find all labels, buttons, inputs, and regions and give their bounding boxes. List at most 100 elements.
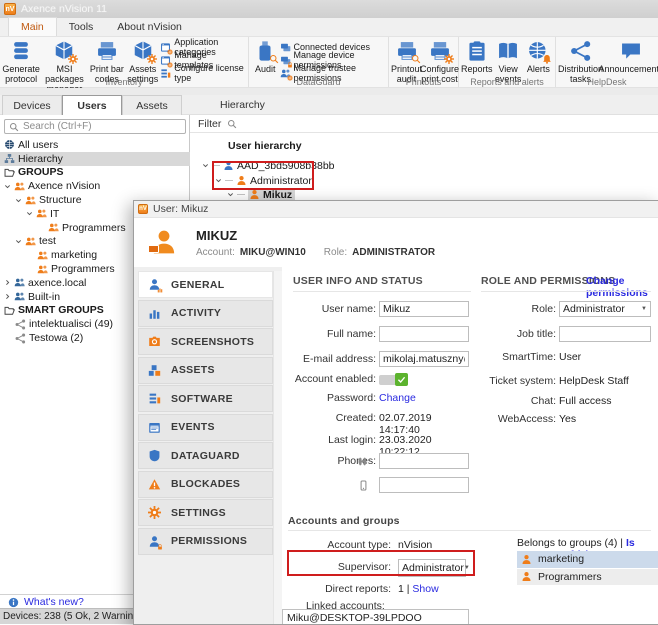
menu-item-events[interactable]: EVENTS — [138, 414, 273, 441]
menu-item-general[interactable]: GENERAL — [138, 271, 273, 298]
announcements-button[interactable]: Announcements — [603, 39, 658, 74]
hierarchy-node-aad[interactable]: AAD_3bd5908b38bb — [202, 159, 335, 172]
account-type-value: nVision — [398, 539, 432, 551]
gear-icon — [148, 506, 161, 519]
group-icon — [48, 222, 59, 233]
tree-item-axence-nvision[interactable]: Axence nVision — [0, 179, 190, 193]
hierarchy-icon — [4, 153, 15, 164]
search-input[interactable] — [23, 121, 181, 132]
info-icon — [8, 597, 19, 608]
chevron-down-icon[interactable] — [215, 177, 222, 184]
window-titlebar: nV Axence nVision 11 — [0, 0, 658, 18]
ribbon-tab-main[interactable]: Main — [8, 17, 57, 36]
audit-button[interactable]: Audit — [251, 39, 280, 74]
menu-item-permissions[interactable]: PERMISSIONS — [138, 528, 273, 555]
phone-icon — [358, 456, 369, 467]
group-icon — [36, 208, 47, 219]
folder-icon — [4, 167, 15, 178]
last-login-label: Last login: — [282, 434, 376, 446]
supervisor-label: Supervisor: — [282, 561, 391, 573]
linked-accounts-list[interactable]: Miku@DESKTOP-39LPDOO — [282, 609, 469, 624]
ribbon-tab-bar: Main Tools About nVision — [0, 18, 658, 37]
user-icon — [223, 160, 234, 171]
domain-group-icon — [14, 291, 25, 302]
dialog-titlebar[interactable]: nV User: Mikuz — [134, 201, 658, 218]
job-title-input[interactable] — [559, 326, 651, 342]
dialog-scrollbar[interactable] — [273, 271, 282, 624]
menu-item-assets[interactable]: ASSETS — [138, 357, 273, 384]
chevron-down-icon[interactable] — [15, 197, 22, 204]
menu-item-screenshots[interactable]: SCREENSHOTS — [138, 328, 273, 355]
menu-item-settings[interactable]: SETTINGS — [138, 499, 273, 526]
linked-account-item[interactable]: Miku@DESKTOP-39LPDOO — [283, 610, 468, 624]
chevron-down-icon[interactable] — [15, 238, 22, 245]
tab-users[interactable]: Users — [62, 95, 122, 115]
chevron-right-icon[interactable] — [4, 293, 11, 300]
dialog-user-header: MIKUZ Account: MIKU@WIN10 Role: ADMINIST… — [134, 218, 658, 267]
user-info-section-title: USER INFO AND STATUS — [293, 275, 423, 287]
menu-item-software[interactable]: SOFTWARE — [138, 385, 273, 412]
account-label: Account: — [196, 247, 235, 258]
tab-devices[interactable]: Devices — [2, 95, 62, 115]
reports-button[interactable]: Reports — [461, 39, 493, 74]
search-icon — [227, 119, 237, 129]
chevron-down-icon[interactable] — [4, 183, 11, 190]
ribbon-tab-about[interactable]: About nVision — [105, 18, 194, 36]
ribbon: Generate protocol MSI packages manager P… — [0, 37, 658, 88]
connected-devices-icon — [280, 42, 291, 53]
sidebar-item-all-users[interactable]: All users — [0, 138, 190, 152]
direct-reports-value: 1 | Show — [398, 583, 439, 595]
chevron-down-icon[interactable] — [26, 210, 33, 217]
helpdesk-group-label: HelpDesk — [556, 77, 658, 87]
account-value: MIKU@WIN10 — [240, 247, 306, 258]
inventory-links: Application categories Manage templates … — [160, 39, 246, 79]
phone-input[interactable] — [379, 453, 469, 469]
gear-badge-icon — [444, 54, 454, 64]
configure-print-cost-icon — [429, 40, 451, 62]
window-title: Axence nVision 11 — [21, 3, 107, 15]
show-direct-reports-link[interactable]: Show — [412, 583, 438, 595]
sidebar-item-hierarchy[interactable]: Hierarchy — [0, 152, 190, 166]
generate-protocol-icon — [10, 40, 32, 62]
domain-group-icon — [14, 277, 25, 288]
group-icon — [14, 181, 25, 192]
group-row-marketing[interactable]: marketing — [517, 551, 658, 568]
user-hierarchy-title: User hierarchy — [228, 140, 302, 152]
bell-badge-icon — [542, 54, 552, 64]
menu-item-dataguard[interactable]: DATAGUARD — [138, 442, 273, 469]
filter-row[interactable]: Filter — [190, 115, 658, 133]
search-icon — [9, 122, 19, 132]
hierarchy-node-administrator[interactable]: Administrator — [215, 174, 312, 187]
mobile-input[interactable] — [379, 477, 469, 493]
dataguard-links: Connected devices Manage device permissi… — [280, 39, 387, 79]
supervisor-dropdown[interactable]: Administrator▼ — [398, 559, 466, 577]
change-permissions-link[interactable]: Change permissions — [586, 275, 658, 299]
dialog-title: User: Mikuz — [153, 203, 208, 215]
selected-node-highlight: Mikuz — [248, 189, 295, 201]
tab-assets[interactable]: Assets — [122, 95, 182, 115]
menu-item-activity[interactable]: ACTIVITY — [138, 300, 273, 327]
printout-audit-icon — [396, 40, 418, 62]
alerts-button[interactable]: Alerts — [524, 39, 553, 74]
menu-item-blockades[interactable]: BLOCKADES — [138, 471, 273, 498]
chevron-down-icon[interactable] — [202, 162, 209, 169]
search-box[interactable] — [4, 119, 186, 134]
sidebar-item-groups[interactable]: GROUPS — [0, 166, 190, 180]
group-row-programmers[interactable]: Programmers — [517, 569, 658, 586]
avatar — [150, 225, 178, 259]
ribbon-group-printouts: Printout audit Configure print cost Prin… — [389, 37, 459, 87]
chevron-down-icon[interactable] — [227, 191, 234, 198]
ribbon-tab-tools[interactable]: Tools — [57, 18, 106, 36]
job-title-label: Job title: — [452, 328, 556, 340]
smart-group-icon — [15, 333, 26, 344]
webaccess-label: WebAccess: — [452, 413, 556, 425]
announcements-icon — [620, 40, 642, 62]
role-dropdown[interactable]: Administrator▼ — [559, 301, 651, 317]
chat-label: Chat: — [452, 395, 556, 407]
ribbon-group-reports: Reports View events Alerts Reports and a… — [459, 37, 556, 87]
user-display-name: MIKUZ — [196, 228, 237, 243]
chevron-right-icon[interactable] — [4, 279, 11, 286]
account-type-label: Account type: — [282, 539, 391, 551]
filter-input[interactable] — [243, 118, 658, 129]
magnifier-badge-icon — [411, 54, 421, 64]
